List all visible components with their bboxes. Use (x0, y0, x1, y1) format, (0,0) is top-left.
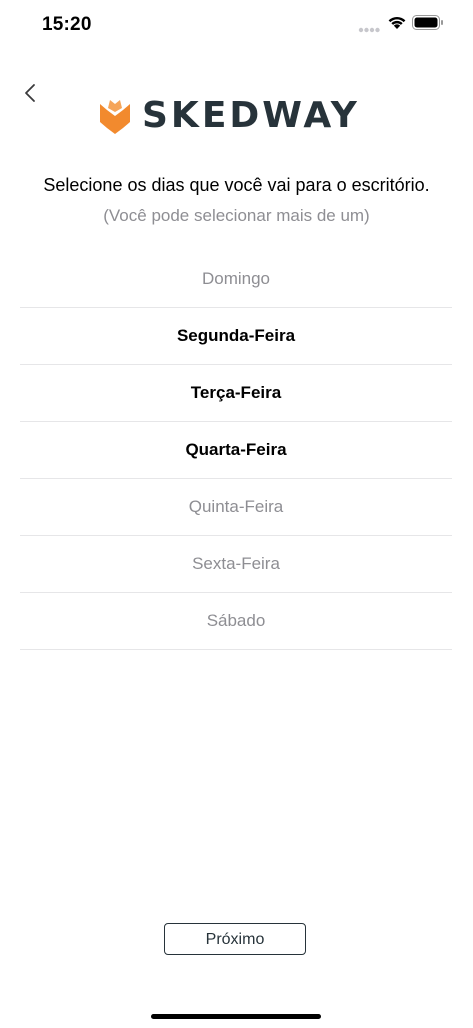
skedway-logo: SKEDWAY (100, 95, 372, 138)
battery-icon (412, 15, 443, 30)
day-list: Domingo Segunda-Feira Terça-Feira Quarta… (20, 251, 452, 650)
day-option-sabado[interactable]: Sábado (20, 593, 452, 650)
signal-dots-icon (358, 27, 380, 33)
status-time: 15:20 (42, 14, 92, 35)
fox-logo-icon (100, 100, 130, 134)
chevron-left-icon (25, 84, 35, 102)
day-option-quinta[interactable]: Quinta-Feira (20, 479, 452, 536)
brand-wordmark: SKEDWAY (142, 95, 360, 136)
next-button[interactable]: Próximo (164, 923, 306, 955)
back-button[interactable] (18, 80, 44, 106)
status-bar: 15:20 (0, 0, 473, 50)
wifi-icon (388, 16, 406, 29)
page-subtitle: (Você pode selecionar mais de um) (103, 206, 370, 225)
day-option-domingo[interactable]: Domingo (20, 251, 452, 308)
day-option-segunda[interactable]: Segunda-Feira (20, 308, 452, 365)
day-option-quarta[interactable]: Quarta-Feira (20, 422, 452, 479)
day-option-terca[interactable]: Terça-Feira (20, 365, 452, 422)
home-indicator (151, 1014, 321, 1019)
page-title: Selecione os dias que você vai para o es… (43, 175, 430, 195)
day-option-sexta[interactable]: Sexta-Feira (20, 536, 452, 593)
